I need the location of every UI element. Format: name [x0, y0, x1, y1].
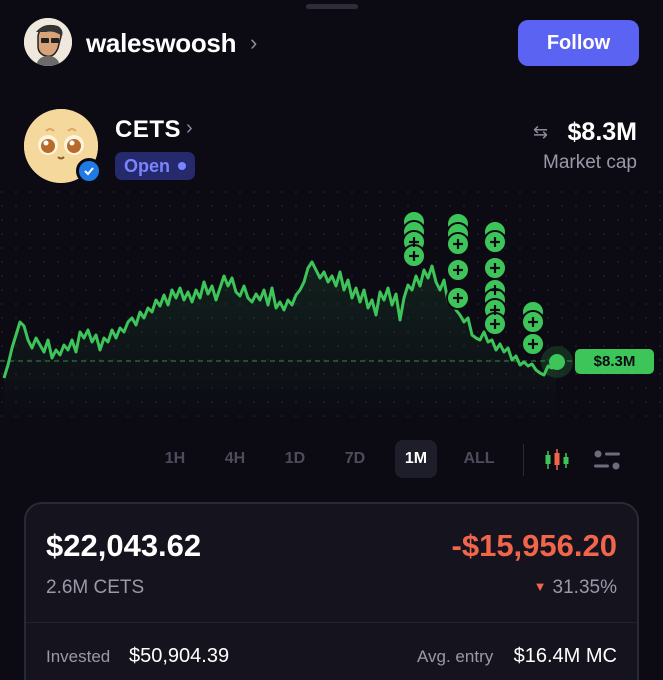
- follow-button[interactable]: Follow: [518, 20, 639, 66]
- swap-arrows-icon[interactable]: ⇆: [533, 122, 548, 143]
- divider: [523, 444, 524, 476]
- down-triangle-icon: ▼: [533, 579, 547, 594]
- avg-entry-label: Avg. entry: [417, 647, 494, 666]
- status-badge: Open: [115, 152, 196, 180]
- profile-header: waleswoosh › Follow: [0, 0, 663, 88]
- tab-1h[interactable]: 1H: [156, 440, 194, 478]
- token-name[interactable]: CETS: [115, 116, 181, 144]
- status-dot: [178, 162, 187, 170]
- pnl-percent-value: 31.35%: [552, 577, 617, 598]
- invested-value: $50,904.39: [129, 645, 230, 667]
- tab-4h[interactable]: 4H: [215, 440, 255, 478]
- username[interactable]: waleswoosh: [86, 28, 236, 59]
- user-avatar[interactable]: [24, 18, 72, 66]
- divider: [26, 622, 637, 623]
- invested-label: Invested: [46, 647, 111, 666]
- sliders-icon[interactable]: [592, 448, 622, 472]
- position-card[interactable]: $22,043.62 -$15,956.20 2.6M CETS ▼ 31.35%…: [24, 502, 639, 680]
- tab-1m[interactable]: 1M: [395, 440, 437, 478]
- verified-check-icon: [76, 158, 102, 184]
- position-pnl: -$15,956.20: [451, 528, 617, 563]
- chevron-right-icon[interactable]: ›: [186, 117, 193, 140]
- position-value: $22,043.62: [46, 528, 202, 563]
- current-price-tag: $8.3M: [575, 349, 654, 374]
- current-price-dot: [549, 354, 565, 370]
- timeframe-selector: 1H 4H 1D 7D 1M ALL: [0, 440, 663, 482]
- candlestick-icon[interactable]: [542, 448, 572, 472]
- status-label: Open: [124, 155, 171, 176]
- tab-1d[interactable]: 1D: [276, 440, 314, 478]
- tab-7d[interactable]: 7D: [336, 440, 374, 478]
- chevron-right-icon[interactable]: ›: [250, 30, 257, 56]
- price-chart[interactable]: [0, 190, 663, 420]
- market-cap-label: Market cap: [543, 152, 637, 173]
- tab-all[interactable]: ALL: [456, 440, 502, 478]
- avg-entry-value: $16.4M MC: [513, 645, 617, 667]
- position-pnl-percent: ▼ 31.35%: [534, 577, 617, 599]
- market-cap-value: $8.3M: [567, 118, 637, 146]
- position-holdings: 2.6M CETS: [46, 577, 145, 598]
